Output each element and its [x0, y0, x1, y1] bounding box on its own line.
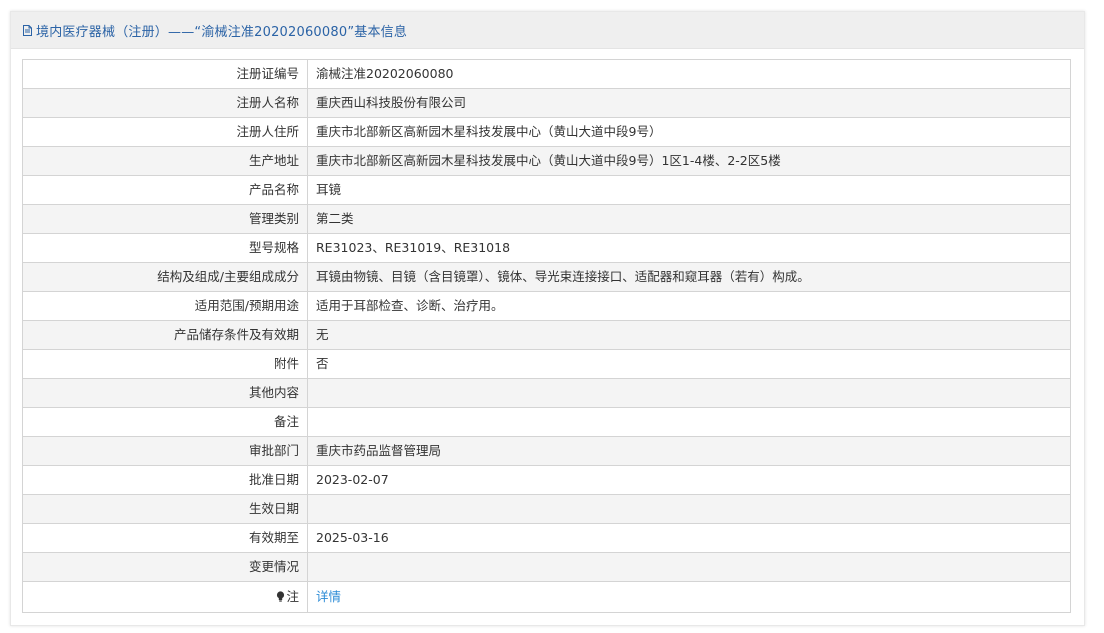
info-table-wrapper: 注册证编号 渝械注准20202060080 注册人名称 重庆西山科技股份有限公司… [22, 59, 1071, 613]
row-label: 审批部门 [22, 436, 308, 466]
row-value: RE31023、RE31019、RE31018 [307, 233, 1071, 263]
note-label: 注 [286, 589, 299, 604]
row-value: 重庆市北部新区高新园木星科技发展中心（黄山大道中段9号） [307, 117, 1071, 147]
row-label: 注册证编号 [22, 59, 308, 89]
page-title: 境内医疗器械（注册）——“渝械注准20202060080”基本信息 [36, 24, 408, 40]
table-row: 审批部门 重庆市药品监督管理局 [22, 436, 1071, 466]
panel-header: 境内医疗器械（注册）——“渝械注准20202060080”基本信息 [11, 12, 1084, 49]
row-value: 耳镜 [307, 175, 1071, 205]
row-value: 重庆市北部新区高新园木星科技发展中心（黄山大道中段9号）1区1-4楼、2-2区5… [307, 146, 1071, 176]
row-value: 适用于耳部检查、诊断、治疗用。 [307, 291, 1071, 321]
row-value: 重庆西山科技股份有限公司 [307, 88, 1071, 118]
row-label: 附件 [22, 349, 308, 379]
row-label: 型号规格 [22, 233, 308, 263]
info-panel: 境内医疗器械（注册）——“渝械注准20202060080”基本信息 注册证编号 … [10, 11, 1085, 626]
note-label-cell: 注 [22, 581, 308, 613]
row-value: 重庆市药品监督管理局 [307, 436, 1071, 466]
document-icon [22, 24, 33, 36]
row-value: 第二类 [307, 204, 1071, 234]
row-label: 有效期至 [22, 523, 308, 553]
row-label: 批准日期 [22, 465, 308, 495]
row-label: 变更情况 [22, 552, 308, 582]
row-label: 管理类别 [22, 204, 308, 234]
row-value: 耳镜由物镜、目镜（含目镜罩）、镜体、导光束连接接口、适配器和窥耳器（若有）构成。 [307, 262, 1071, 292]
row-label: 注册人住所 [22, 117, 308, 147]
row-label: 产品名称 [22, 175, 308, 205]
table-row: 生产地址 重庆市北部新区高新园木星科技发展中心（黄山大道中段9号）1区1-4楼、… [22, 146, 1071, 176]
table-row: 适用范围/预期用途 适用于耳部检查、诊断、治疗用。 [22, 291, 1071, 321]
row-value [307, 552, 1071, 582]
table-row: 生效日期 [22, 494, 1071, 524]
table-row: 有效期至 2025-03-16 [22, 523, 1071, 553]
row-label: 备注 [22, 407, 308, 437]
row-label: 生效日期 [22, 494, 308, 524]
table-row: 注册人住所 重庆市北部新区高新园木星科技发展中心（黄山大道中段9号） [22, 117, 1071, 147]
table-row: 备注 [22, 407, 1071, 437]
table-row: 产品名称 耳镜 [22, 175, 1071, 205]
row-value: 2023-02-07 [307, 465, 1071, 495]
row-value: 否 [307, 349, 1071, 379]
row-label: 生产地址 [22, 146, 308, 176]
row-value [307, 378, 1071, 408]
table-row: 型号规格 RE31023、RE31019、RE31018 [22, 233, 1071, 263]
row-value [307, 407, 1071, 437]
table-row: 其他内容 [22, 378, 1071, 408]
row-value [307, 494, 1071, 524]
table-row: 变更情况 [22, 552, 1071, 582]
row-label: 结构及组成/主要组成成分 [22, 262, 308, 292]
table-row: 产品储存条件及有效期 无 [22, 320, 1071, 350]
note-row: 注 详情 [22, 581, 1071, 613]
details-link[interactable]: 详情 [316, 589, 341, 604]
note-value-cell: 详情 [307, 581, 1071, 613]
info-table: 注册证编号 渝械注准20202060080 注册人名称 重庆西山科技股份有限公司… [22, 59, 1071, 613]
table-row: 注册证编号 渝械注准20202060080 [22, 59, 1071, 89]
row-label: 产品储存条件及有效期 [22, 320, 308, 350]
table-row: 注册人名称 重庆西山科技股份有限公司 [22, 88, 1071, 118]
row-value: 渝械注准20202060080 [307, 59, 1071, 89]
row-label: 适用范围/预期用途 [22, 291, 308, 321]
table-row: 附件 否 [22, 349, 1071, 379]
row-label: 注册人名称 [22, 88, 308, 118]
table-row: 结构及组成/主要组成成分 耳镜由物镜、目镜（含目镜罩）、镜体、导光束连接接口、适… [22, 262, 1071, 292]
row-label: 其他内容 [22, 378, 308, 408]
table-row: 管理类别 第二类 [22, 204, 1071, 234]
row-value: 无 [307, 320, 1071, 350]
lightbulb-icon [276, 583, 285, 602]
row-value: 2025-03-16 [307, 523, 1071, 553]
table-row: 批准日期 2023-02-07 [22, 465, 1071, 495]
